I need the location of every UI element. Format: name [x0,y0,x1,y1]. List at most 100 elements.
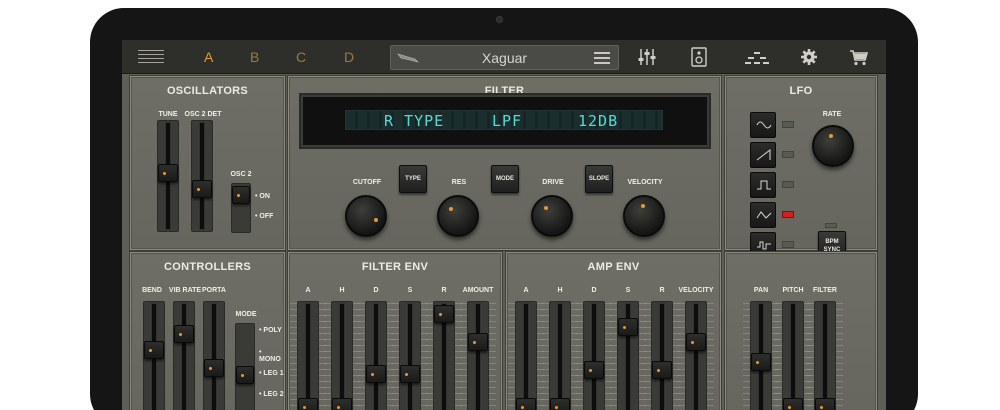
filter-env-slider-d[interactable] [358,301,394,410]
preset-slot-a[interactable]: A [204,49,213,65]
menu-icon[interactable] [138,48,164,66]
slider-cap[interactable] [751,353,771,371]
amp-env-slider-a[interactable] [508,301,544,410]
res-label: RES [451,179,467,186]
lfo-dest-label-filter: FILTER [813,287,837,294]
triangle-wave-button[interactable] [750,202,776,228]
mode-leg1: • LEG 1 [259,370,284,377]
mode-switch[interactable] [235,323,255,410]
lfo-dest-slider-pan[interactable] [743,301,779,410]
random-wave-icon [757,241,771,250]
filter-env-slider-s[interactable] [392,301,428,410]
amp-env-slider-velocity[interactable] [678,301,714,410]
preset-list-icon[interactable] [594,52,610,64]
gear-icon[interactable] [798,47,820,67]
preset-slot-d[interactable]: D [344,49,354,65]
amp-env-slider-h[interactable] [542,301,578,410]
osc2-label: OSC 2 [230,171,252,178]
osc2-det-label: OSC 2 DET [184,111,222,118]
slope-button[interactable]: SLOPE [585,165,613,193]
off-label: • OFF [255,213,274,220]
filter-env-slider-h[interactable] [324,301,360,410]
filter-env-slider-a[interactable] [290,301,326,410]
cart-icon[interactable] [848,47,870,67]
switch-cap[interactable] [232,186,250,204]
sine-wave-icon [756,121,772,129]
vib-rate-slider[interactable] [173,301,195,410]
speaker-icon[interactable] [688,47,710,67]
sine-wave-button[interactable] [750,112,776,138]
mode-label: MODE [235,311,257,318]
filter-env-slider-amount[interactable] [460,301,496,410]
slider-cap[interactable] [516,398,536,410]
filter-env-label-amount: AMOUNT [462,287,494,294]
cutoff-knob[interactable] [345,195,387,237]
switch-cap[interactable] [236,366,254,384]
lfo-dest-panel: PAN PITCH FILTER [725,252,877,410]
slider-cap[interactable] [434,305,454,323]
slider-cap[interactable] [652,361,672,379]
rate-knob[interactable] [812,125,854,167]
saw-wave-icon [756,149,771,161]
mixer-icon[interactable] [636,47,658,67]
filter-display: R TYPE LPF 12DB [299,93,711,149]
slider-cap[interactable] [550,398,570,410]
slider-cap[interactable] [686,333,706,351]
lfo-dest-slider-pitch[interactable] [775,301,811,410]
triangle-led [782,211,794,218]
saw-wave-button[interactable] [750,142,776,168]
slider-cap[interactable] [783,398,803,410]
panel-title: OSCILLATORS [166,85,249,97]
vib-rate-label: VIB RATE [168,287,202,294]
slider-cap[interactable] [298,398,318,410]
slider-cap[interactable] [204,359,224,377]
lfo-dest-slider-filter[interactable] [807,301,843,410]
bend-slider[interactable] [143,301,165,410]
filter-env-panel: FILTER ENV A H D S R AMOUNT [288,252,502,410]
drive-knob[interactable] [531,195,573,237]
velocity-label: VELOCITY [627,179,663,186]
triangle-wave-icon [756,211,772,219]
slider-cap[interactable] [815,398,835,410]
slider-cap[interactable] [584,361,604,379]
osc2-det-slider[interactable] [191,120,213,232]
square-wave-button[interactable] [750,172,776,198]
lfo-panel: LFO RATE BPM SYNC [725,76,877,259]
slider-cap[interactable] [366,365,386,383]
amp-env-slider-d[interactable] [576,301,612,410]
slider-cap[interactable] [400,365,420,383]
display-param: R TYPE [384,112,445,130]
mode-leg2: • LEG 2 [259,391,284,398]
tune-slider[interactable] [157,120,179,232]
display-value: LPF [492,112,523,130]
velocity-knob[interactable] [623,195,665,237]
panel-title: AMP ENV [587,261,640,273]
slider-cap[interactable] [144,341,164,359]
amp-env-slider-r[interactable] [644,301,680,410]
slider-cap[interactable] [332,398,352,410]
sequencer-icon[interactable] [744,47,770,67]
slider-cap[interactable] [468,333,488,351]
drive-label: DRIVE [542,179,564,186]
preset-selector[interactable]: Xaguar [390,45,619,70]
porta-slider[interactable] [203,301,225,410]
slider-cap[interactable] [158,164,178,182]
on-label: • ON [255,193,270,200]
square-led [782,181,794,188]
preset-slot-c[interactable]: C [296,49,306,65]
sine-led [782,121,794,128]
osc2-switch[interactable] [231,183,251,233]
slider-cap[interactable] [192,180,212,198]
filter-env-slider-r[interactable] [426,301,462,410]
oscillators-panel: OSCILLATORS TUNE OSC 2 DET OSC 2 • ON • … [130,76,285,250]
preset-slot-b[interactable]: B [250,49,259,65]
slider-cap[interactable] [618,318,638,336]
amp-env-slider-s[interactable] [610,301,646,410]
filter-panel: FILTER R TYPE LPF 12DB TYPE MODE SLOPE C… [288,76,721,250]
cutoff-label: CUTOFF [352,179,382,186]
random-led [782,241,794,248]
mode-button[interactable]: MODE [491,165,519,193]
slider-cap[interactable] [174,325,194,343]
res-knob[interactable] [437,195,479,237]
type-button[interactable]: TYPE [399,165,427,193]
